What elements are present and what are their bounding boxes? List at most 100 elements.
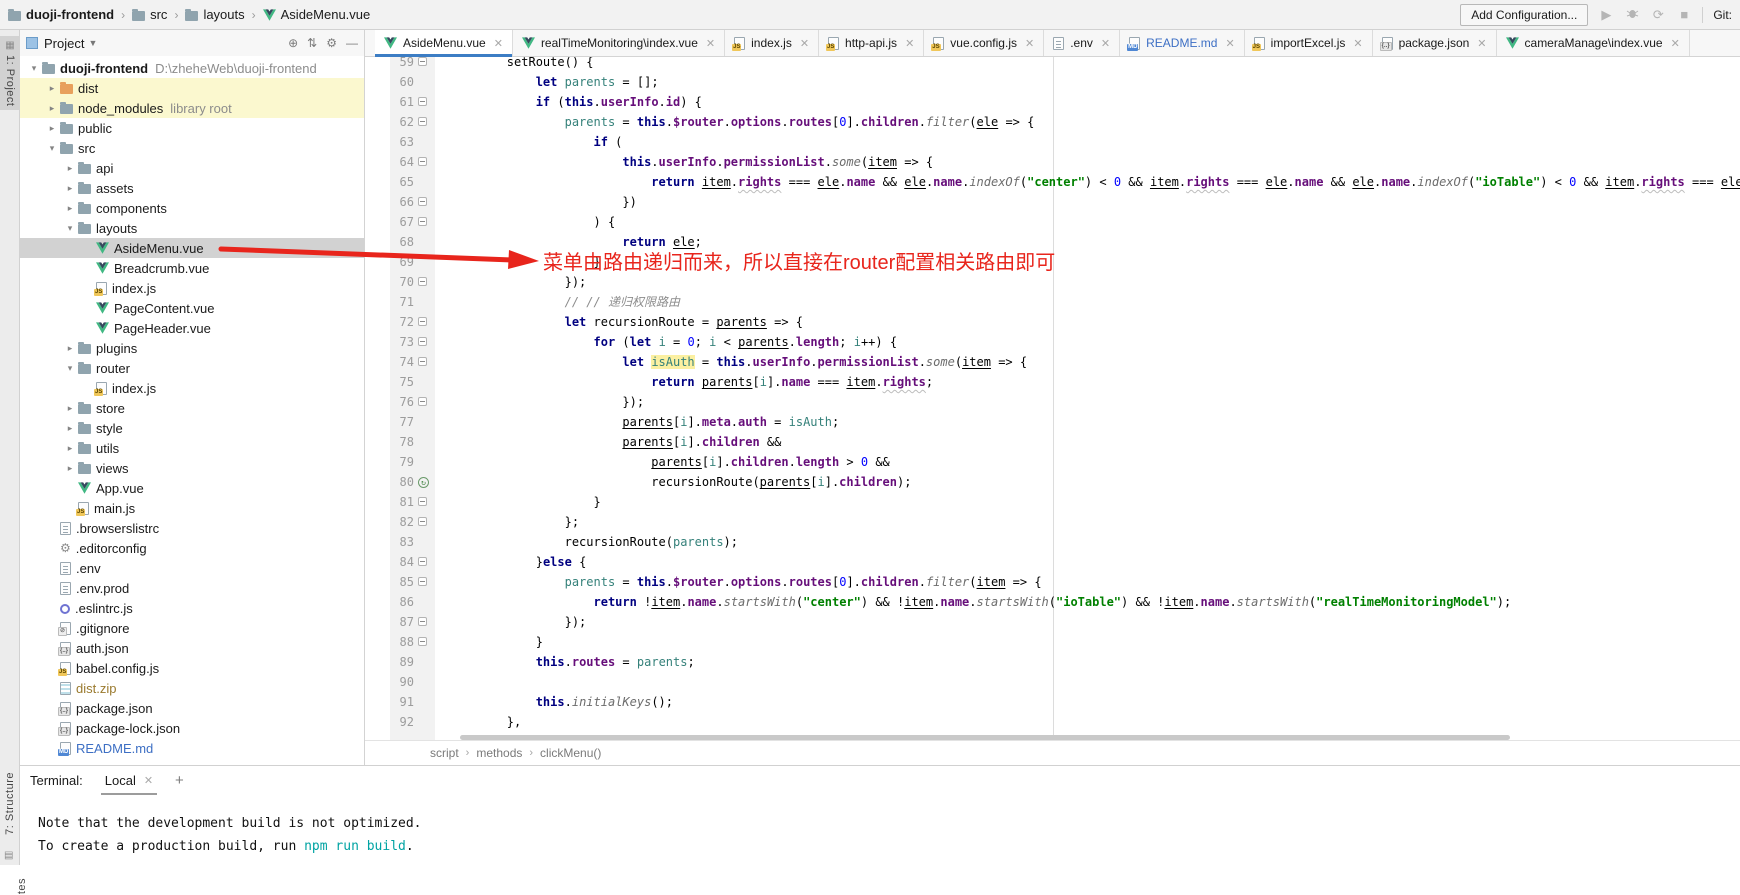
tree-row[interactable]: MDREADME.md xyxy=(20,738,365,758)
chevron-right-icon[interactable]: ▸ xyxy=(62,423,78,434)
tree-row[interactable]: .eslintrc.js xyxy=(20,598,365,618)
tree-row[interactable]: App.vue xyxy=(20,478,365,498)
terminal-output[interactable]: Note that the development build is not o… xyxy=(20,794,1740,858)
terminal-tab-local[interactable]: Local ✕ xyxy=(101,768,157,793)
tree-row[interactable]: ▸plugins xyxy=(20,338,365,358)
tree-row[interactable]: ▾duoji-frontendD:\zheheWeb\duoji-fronten… xyxy=(20,58,365,78)
tree-row[interactable]: PageHeader.vue xyxy=(20,318,365,338)
tree-row[interactable]: ▾router xyxy=(20,358,365,378)
tree-row[interactable]: {..}package.json xyxy=(20,698,365,718)
close-icon[interactable]: ✕ xyxy=(144,774,153,787)
tree-row[interactable]: ▸style xyxy=(20,418,365,438)
close-icon[interactable]: ✕ xyxy=(1225,37,1234,50)
close-icon[interactable]: ✕ xyxy=(1671,37,1680,50)
tree-row[interactable]: JSindex.js xyxy=(20,278,365,298)
breadcrumb-item[interactable]: layouts xyxy=(185,7,244,22)
tree-row[interactable]: .browserslistrc xyxy=(20,518,365,538)
editor-breadcrumb-item[interactable]: methods xyxy=(476,746,522,760)
git-label[interactable]: Git: xyxy=(1713,8,1732,22)
tree-row[interactable]: ▾src xyxy=(20,138,365,158)
code-line[interactable]: 85 parents = this.$router.options.routes… xyxy=(365,572,1740,592)
fold-marker-icon[interactable] xyxy=(418,217,427,226)
code-line[interactable]: 84 }else { xyxy=(365,552,1740,572)
tree-row[interactable]: ▸dist xyxy=(20,78,365,98)
code-line[interactable]: 67 ) { xyxy=(365,212,1740,232)
tree-row[interactable]: PageContent.vue xyxy=(20,298,365,318)
tree-row[interactable]: ▸api xyxy=(20,158,365,178)
fold-marker-icon[interactable] xyxy=(418,197,427,206)
code-line[interactable]: 87 }); xyxy=(365,612,1740,632)
fold-marker-icon[interactable] xyxy=(418,557,427,566)
editor-breadcrumb-item[interactable]: script xyxy=(430,746,459,760)
close-icon[interactable]: ✕ xyxy=(1025,37,1034,50)
code-line[interactable]: 65 return item.rights === ele.name && el… xyxy=(365,172,1740,192)
code-line[interactable]: 75 return parents[i].name === item.right… xyxy=(365,372,1740,392)
fold-marker-icon[interactable] xyxy=(418,577,427,586)
editor-tab[interactable]: realTimeMonitoring\index.vue✕ xyxy=(513,30,725,56)
breadcrumb-item[interactable]: src xyxy=(132,7,167,22)
code-line[interactable]: 89 this.routes = parents; xyxy=(365,652,1740,672)
code-line[interactable]: 86 return !item.name.startsWith("center"… xyxy=(365,592,1740,612)
recursive-call-icon[interactable]: ↻ xyxy=(418,477,429,488)
close-icon[interactable]: ✕ xyxy=(1353,37,1362,50)
tree-row[interactable]: ▾layouts xyxy=(20,218,365,238)
chevron-down-icon[interactable]: ▼ xyxy=(88,38,97,48)
code-line[interactable]: 62 parents = this.$router.options.routes… xyxy=(365,112,1740,132)
code-line[interactable]: 82 }; xyxy=(365,512,1740,532)
fold-marker-icon[interactable] xyxy=(418,57,427,66)
fold-marker-icon[interactable] xyxy=(418,117,427,126)
tree-row[interactable]: ▸components xyxy=(20,198,365,218)
chevron-right-icon[interactable]: ▸ xyxy=(62,463,78,474)
chevron-right-icon[interactable]: ▸ xyxy=(62,403,78,414)
close-icon[interactable]: ✕ xyxy=(800,37,809,50)
breadcrumb-item[interactable]: duoji-frontend xyxy=(8,7,114,22)
editor-breadcrumb-item[interactable]: clickMenu() xyxy=(540,746,601,760)
editor-tab[interactable]: JSimportExcel.js✕ xyxy=(1245,30,1373,56)
tree-row[interactable]: ▸views xyxy=(20,458,365,478)
run-icon[interactable]: ▶ xyxy=(1598,7,1614,23)
chevron-down-icon[interactable]: ▾ xyxy=(62,223,78,234)
fold-marker-icon[interactable] xyxy=(418,157,427,166)
tree-row[interactable]: JSindex.js xyxy=(20,378,365,398)
editor-tab[interactable]: {..}package.json✕ xyxy=(1373,30,1497,56)
code-editor[interactable]: 59 setRoute() {60 let parents = [];61 if… xyxy=(365,57,1740,745)
tool-button-favorites[interactable]: 2: Favorites xyxy=(4,878,28,895)
chevron-right-icon[interactable]: ▸ xyxy=(62,183,78,194)
chevron-right-icon[interactable]: ▸ xyxy=(62,163,78,174)
tree-row[interactable]: ⚙.editorconfig xyxy=(20,538,365,558)
code-line[interactable]: 59 setRoute() { xyxy=(365,57,1740,72)
fold-marker-icon[interactable] xyxy=(418,97,427,106)
close-icon[interactable]: ✕ xyxy=(1477,37,1486,50)
fold-marker-icon[interactable] xyxy=(418,337,427,346)
code-line[interactable]: 73 for (let i = 0; i < parents.length; i… xyxy=(365,332,1740,352)
editor-tab[interactable]: JSvue.config.js✕ xyxy=(924,30,1044,56)
breadcrumb-item[interactable]: AsideMenu.vue xyxy=(263,7,371,22)
tree-row[interactable]: Breadcrumb.vue xyxy=(20,258,365,278)
chevron-down-icon[interactable]: ▾ xyxy=(44,143,60,154)
add-configuration-button[interactable]: Add Configuration... xyxy=(1460,4,1588,26)
code-line[interactable]: 88 } xyxy=(365,632,1740,652)
code-line[interactable]: 79 parents[i].children.length > 0 && xyxy=(365,452,1740,472)
tree-row[interactable]: JSmain.js xyxy=(20,498,365,518)
coverage-icon[interactable]: ⟳ xyxy=(1650,7,1666,23)
editor-tab[interactable]: JShttp-api.js✕ xyxy=(819,30,924,56)
stop-icon[interactable]: ■ xyxy=(1676,7,1692,22)
code-line[interactable]: 70 }); xyxy=(365,272,1740,292)
fold-marker-icon[interactable] xyxy=(418,497,427,506)
chevron-right-icon[interactable]: ▸ xyxy=(44,83,60,94)
code-line[interactable]: 71 // // 递归权限路由 xyxy=(365,292,1740,312)
tree-row[interactable]: {..}package-lock.json xyxy=(20,718,365,738)
code-line[interactable]: 61 if (this.userInfo.id) { xyxy=(365,92,1740,112)
code-line[interactable]: 92 }, xyxy=(365,712,1740,732)
tree-row[interactable]: ▸node_moduleslibrary root xyxy=(20,98,365,118)
close-icon[interactable]: ✕ xyxy=(494,37,503,50)
chevron-right-icon[interactable]: ▸ xyxy=(62,203,78,214)
tree-row[interactable]: ▸store xyxy=(20,398,365,418)
tree-row[interactable]: .env.prod xyxy=(20,578,365,598)
structure-tool-icon[interactable]: ▤ xyxy=(4,850,13,861)
fold-marker-icon[interactable] xyxy=(418,317,427,326)
locate-icon[interactable]: ⊕ xyxy=(288,36,298,50)
code-line[interactable]: 78 parents[i].children && xyxy=(365,432,1740,452)
fold-marker-icon[interactable] xyxy=(418,357,427,366)
editor-tab[interactable]: cameraManage\index.vue✕ xyxy=(1497,30,1690,56)
